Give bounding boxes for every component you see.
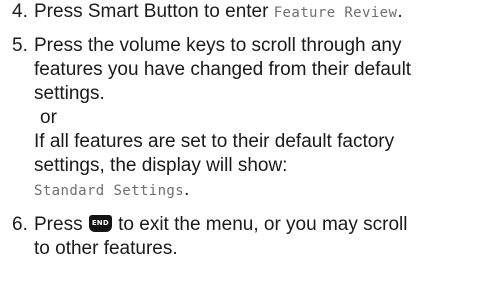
step-4-line-1: Press Smart Button to enter Feature Revi…	[34, 0, 482, 25]
end-key-icon: END	[88, 215, 112, 232]
step-text: Press	[34, 214, 88, 235]
step-text: to exit the menu, or you may scroll	[112, 214, 408, 235]
step-5-line-6: Standard Settings.	[34, 178, 482, 203]
step-6: 6. Press END to exit the menu, or you ma…	[12, 213, 482, 261]
step-6-line-1: Press END to exit the menu, or you may s…	[34, 213, 482, 237]
step-text: Press Smart Button to enter	[34, 1, 274, 22]
step-punctuation: .	[184, 179, 190, 200]
end-key-label: END	[91, 219, 109, 227]
step-6-line-2: to other features.	[34, 238, 178, 259]
step-5-line-4: If all features are set to their default…	[34, 131, 395, 152]
or-separator: or	[40, 107, 57, 128]
step-punctuation: .	[397, 1, 403, 22]
display-text-standard-settings: Standard Settings	[34, 183, 185, 199]
instruction-page: 4. Press Smart Button to enter Feature R…	[12, 0, 482, 261]
step-5: 5. Press the volume keys to scroll throu…	[12, 34, 482, 203]
step-number: 4.	[12, 1, 28, 22]
step-5-line-1: Press the volume keys to scroll through …	[34, 35, 402, 56]
step-number: 5.	[12, 35, 28, 56]
step-number: 6.	[12, 214, 28, 235]
step-5-line-2: features you have changed from their def…	[34, 59, 412, 80]
step-5-line-3: settings.	[34, 83, 105, 104]
step-5-line-5: settings, the display will show:	[34, 155, 288, 176]
step-4: 4. Press Smart Button to enter Feature R…	[12, 0, 482, 25]
display-text-feature-review: Feature Review	[273, 5, 398, 21]
